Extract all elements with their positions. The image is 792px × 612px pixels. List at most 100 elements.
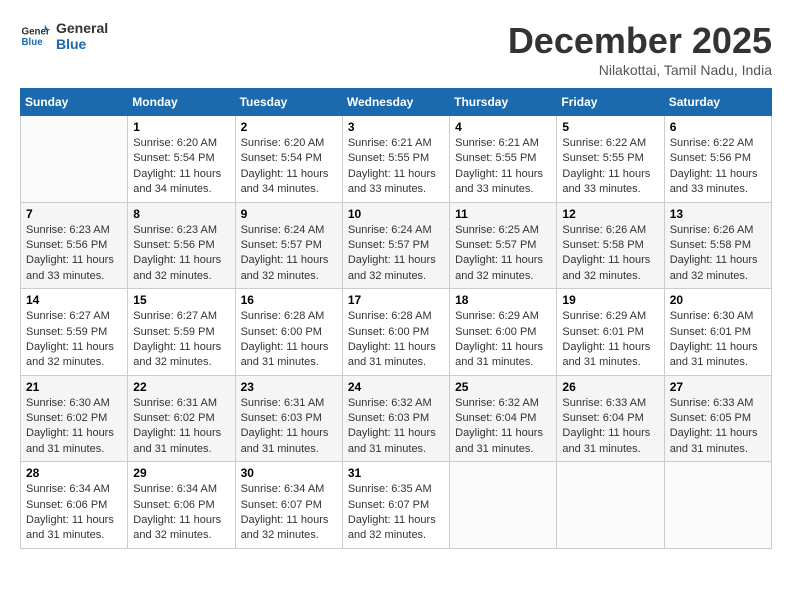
week-row-1: 1 Sunrise: 6:20 AMSunset: 5:54 PMDaylight… — [21, 116, 772, 203]
day-number: 1 — [133, 120, 229, 134]
col-header-wednesday: Wednesday — [342, 89, 449, 116]
day-cell — [21, 116, 128, 203]
day-cell: 28Sunrise: 6:34 AMSunset: 6:06 PMDayligh… — [21, 462, 128, 549]
day-number: 24 — [348, 380, 444, 394]
week-row-2: 7Sunrise: 6:23 AMSunset: 5:56 PMDaylight… — [21, 202, 772, 289]
col-header-sunday: Sunday — [21, 89, 128, 116]
day-cell: 8Sunrise: 6:23 AMSunset: 5:56 PMDaylight… — [128, 202, 235, 289]
col-header-thursday: Thursday — [450, 89, 557, 116]
location-subtitle: Nilakottai, Tamil Nadu, India — [508, 62, 772, 78]
day-cell: 10Sunrise: 6:24 AMSunset: 5:57 PMDayligh… — [342, 202, 449, 289]
day-info: Sunrise: 6:33 AMSunset: 6:04 PMDaylight:… — [562, 396, 658, 458]
day-number: 25 — [455, 380, 551, 394]
day-cell: 5 Sunrise: 6:22 AMSunset: 5:55 PMDaylight… — [557, 116, 664, 203]
logo-icon: General Blue — [20, 21, 50, 51]
day-info: Sunrise: 6:34 AMSunset: 6:07 PMDaylight:… — [241, 482, 337, 544]
day-number: 5 — [562, 120, 658, 134]
day-number: 16 — [241, 293, 337, 307]
day-info: Sunrise: 6:28 AMSunset: 6:00 PMDaylight:… — [348, 309, 444, 371]
day-info: Sunrise: 6:30 AMSunset: 6:02 PMDaylight:… — [26, 396, 122, 458]
day-cell: 11 Sunrise: 6:25 AMSunset: 5:57 PMDayligh… — [450, 202, 557, 289]
week-row-4: 21 Sunrise: 6:30 AMSunset: 6:02 PMDayligh… — [21, 375, 772, 462]
day-cell: 31 Sunrise: 6:35 AMSunset: 6:07 PMDayligh… — [342, 462, 449, 549]
day-cell: 13Sunrise: 6:26 AMSunset: 5:58 PMDayligh… — [664, 202, 771, 289]
day-info: Sunrise: 6:34 AMSunset: 6:06 PMDaylight:… — [26, 482, 122, 544]
day-number: 20 — [670, 293, 766, 307]
day-number: 30 — [241, 466, 337, 480]
day-cell: 2 Sunrise: 6:20 AMSunset: 5:54 PMDaylight… — [235, 116, 342, 203]
day-cell: 18Sunrise: 6:29 AMSunset: 6:00 PMDayligh… — [450, 289, 557, 376]
day-number: 29 — [133, 466, 229, 480]
page-header: General Blue General Blue December 2025 … — [20, 20, 772, 78]
day-cell: 7Sunrise: 6:23 AMSunset: 5:56 PMDaylight… — [21, 202, 128, 289]
day-cell: 16 Sunrise: 6:28 AMSunset: 6:00 PMDayligh… — [235, 289, 342, 376]
day-cell: 4Sunrise: 6:21 AMSunset: 5:55 PMDaylight… — [450, 116, 557, 203]
day-cell: 23 Sunrise: 6:31 AMSunset: 6:03 PMDayligh… — [235, 375, 342, 462]
day-cell: 3 Sunrise: 6:21 AMSunset: 5:55 PMDaylight… — [342, 116, 449, 203]
day-info: Sunrise: 6:22 AMSunset: 5:56 PMDaylight:… — [670, 136, 766, 198]
day-number: 3 — [348, 120, 444, 134]
day-cell: 20 Sunrise: 6:30 AMSunset: 6:01 PMDayligh… — [664, 289, 771, 376]
day-cell: 1Sunrise: 6:20 AMSunset: 5:54 PMDaylight… — [128, 116, 235, 203]
day-number: 17 — [348, 293, 444, 307]
logo-line1: General — [56, 20, 108, 36]
day-number: 6 — [670, 120, 766, 134]
day-info: Sunrise: 6:31 AMSunset: 6:03 PMDaylight:… — [241, 396, 337, 458]
title-block: December 2025 Nilakottai, Tamil Nadu, In… — [508, 20, 772, 78]
day-cell: 21 Sunrise: 6:30 AMSunset: 6:02 PMDayligh… — [21, 375, 128, 462]
day-number: 27 — [670, 380, 766, 394]
day-cell: 26 Sunrise: 6:33 AMSunset: 6:04 PMDayligh… — [557, 375, 664, 462]
day-info: Sunrise: 6:21 AMSunset: 5:55 PMDaylight:… — [455, 136, 551, 198]
day-cell: 19 Sunrise: 6:29 AMSunset: 6:01 PMDayligh… — [557, 289, 664, 376]
day-info: Sunrise: 6:26 AMSunset: 5:58 PMDaylight:… — [562, 223, 658, 285]
day-info: Sunrise: 6:21 AMSunset: 5:55 PMDaylight:… — [348, 136, 444, 198]
day-info: Sunrise: 6:20 AMSunset: 5:54 PMDaylight:… — [241, 136, 337, 198]
day-info: Sunrise: 6:25 AMSunset: 5:57 PMDaylight:… — [455, 223, 551, 285]
calendar-table: SundayMondayTuesdayWednesdayThursdayFrid… — [20, 88, 772, 549]
col-header-monday: Monday — [128, 89, 235, 116]
day-info: Sunrise: 6:29 AMSunset: 6:01 PMDaylight:… — [562, 309, 658, 371]
logo: General Blue General Blue — [20, 20, 108, 52]
day-info: Sunrise: 6:29 AMSunset: 6:00 PMDaylight:… — [455, 309, 551, 371]
day-number: 9 — [241, 207, 337, 221]
day-number: 8 — [133, 207, 229, 221]
day-info: Sunrise: 6:28 AMSunset: 6:00 PMDaylight:… — [241, 309, 337, 371]
logo-line2: Blue — [56, 36, 108, 52]
month-title: December 2025 — [508, 20, 772, 62]
day-cell: 17 Sunrise: 6:28 AMSunset: 6:00 PMDayligh… — [342, 289, 449, 376]
day-info: Sunrise: 6:35 AMSunset: 6:07 PMDaylight:… — [348, 482, 444, 544]
day-number: 22 — [133, 380, 229, 394]
day-number: 15 — [133, 293, 229, 307]
day-number: 31 — [348, 466, 444, 480]
day-number: 19 — [562, 293, 658, 307]
day-cell: 29Sunrise: 6:34 AMSunset: 6:06 PMDayligh… — [128, 462, 235, 549]
col-header-saturday: Saturday — [664, 89, 771, 116]
day-cell — [664, 462, 771, 549]
day-number: 2 — [241, 120, 337, 134]
day-cell — [557, 462, 664, 549]
col-header-friday: Friday — [557, 89, 664, 116]
day-cell: 15 Sunrise: 6:27 AMSunset: 5:59 PMDayligh… — [128, 289, 235, 376]
day-info: Sunrise: 6:22 AMSunset: 5:55 PMDaylight:… — [562, 136, 658, 198]
day-number: 10 — [348, 207, 444, 221]
day-number: 26 — [562, 380, 658, 394]
day-info: Sunrise: 6:32 AMSunset: 6:04 PMDaylight:… — [455, 396, 551, 458]
svg-text:Blue: Blue — [22, 37, 44, 48]
day-info: Sunrise: 6:23 AMSunset: 5:56 PMDaylight:… — [26, 223, 122, 285]
day-cell: 24 Sunrise: 6:32 AMSunset: 6:03 PMDayligh… — [342, 375, 449, 462]
day-info: Sunrise: 6:26 AMSunset: 5:58 PMDaylight:… — [670, 223, 766, 285]
day-cell: 6 Sunrise: 6:22 AMSunset: 5:56 PMDaylight… — [664, 116, 771, 203]
col-header-tuesday: Tuesday — [235, 89, 342, 116]
day-info: Sunrise: 6:31 AMSunset: 6:02 PMDaylight:… — [133, 396, 229, 458]
day-number: 11 — [455, 207, 551, 221]
day-cell: 27Sunrise: 6:33 AMSunset: 6:05 PMDayligh… — [664, 375, 771, 462]
day-info: Sunrise: 6:30 AMSunset: 6:01 PMDaylight:… — [670, 309, 766, 371]
day-number: 12 — [562, 207, 658, 221]
day-number: 23 — [241, 380, 337, 394]
day-cell: 9Sunrise: 6:24 AMSunset: 5:57 PMDaylight… — [235, 202, 342, 289]
day-info: Sunrise: 6:32 AMSunset: 6:03 PMDaylight:… — [348, 396, 444, 458]
day-cell: 22 Sunrise: 6:31 AMSunset: 6:02 PMDayligh… — [128, 375, 235, 462]
day-info: Sunrise: 6:27 AMSunset: 5:59 PMDaylight:… — [133, 309, 229, 371]
day-number: 21 — [26, 380, 122, 394]
day-cell: 25 Sunrise: 6:32 AMSunset: 6:04 PMDayligh… — [450, 375, 557, 462]
